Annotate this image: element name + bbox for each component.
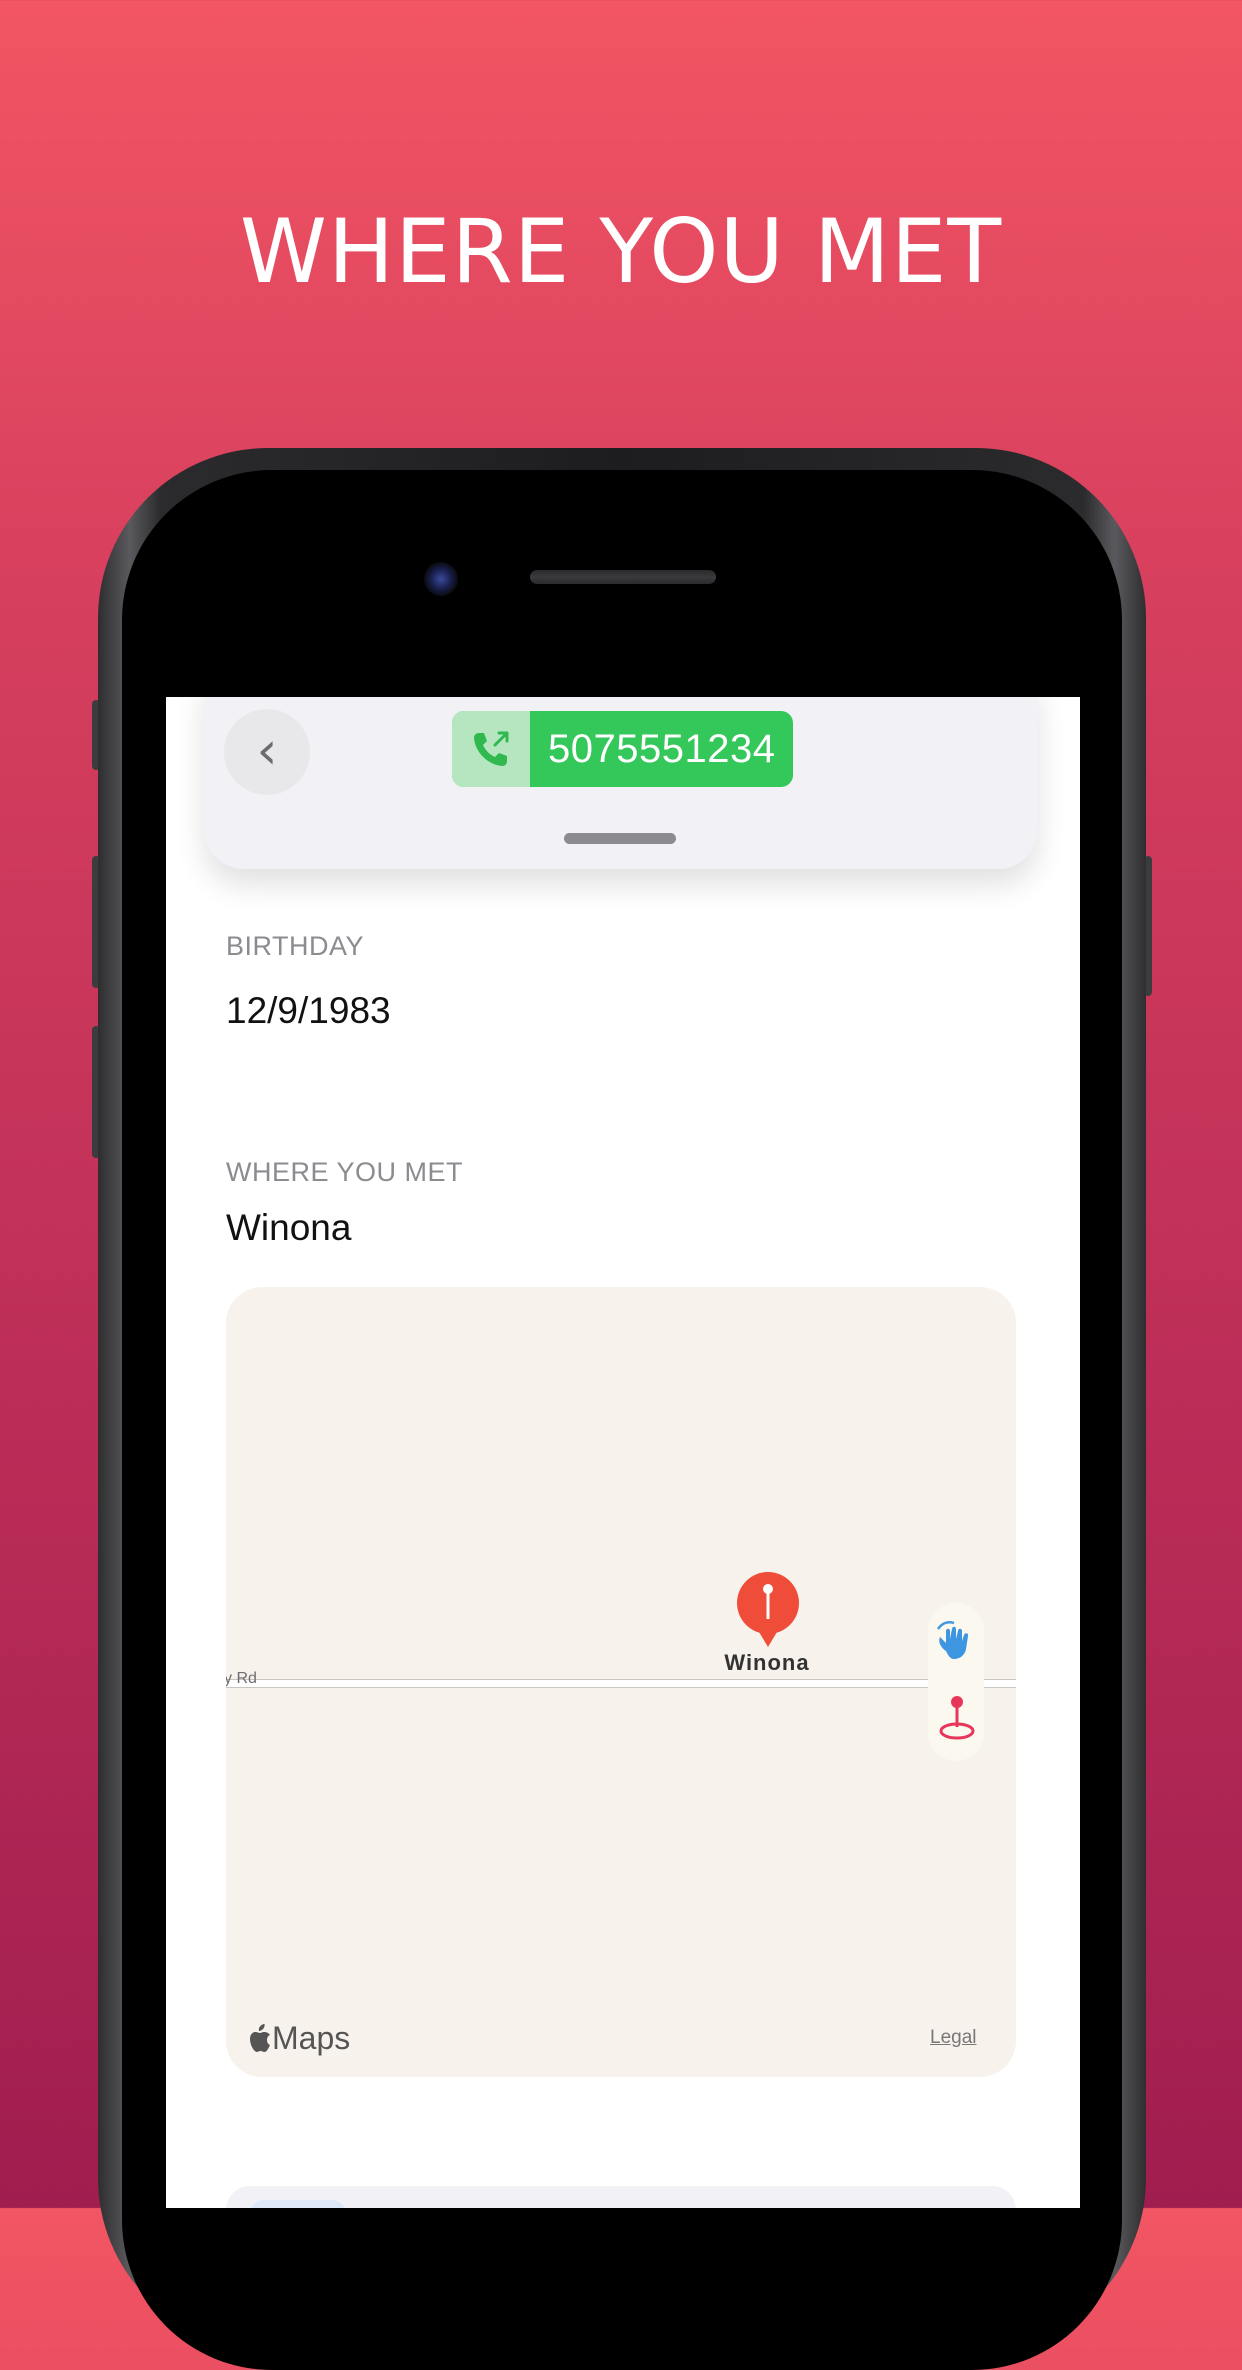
location-marker-icon[interactable] bbox=[936, 1693, 978, 1748]
contact-header-card: ‹ 5075551234 bbox=[204, 697, 1038, 869]
phone-number: 5075551234 bbox=[548, 727, 776, 771]
where-you-met-label: WHERE YOU MET bbox=[226, 1157, 464, 1187]
next-section-card bbox=[226, 2186, 1016, 2208]
chevron-left-icon: ‹ bbox=[256, 721, 278, 781]
sheet-grabber[interactable] bbox=[564, 833, 676, 844]
birthday-label: BIRTHDAY bbox=[226, 931, 365, 961]
maps-brand-text: Maps bbox=[272, 2020, 351, 2056]
pin-label: Winona bbox=[724, 1650, 810, 1675]
call-button[interactable]: 5075551234 bbox=[452, 711, 794, 787]
birthday-value: 12/9/1983 bbox=[226, 990, 391, 1031]
location-pin-icon[interactable] bbox=[734, 1571, 802, 1654]
map-road bbox=[226, 1679, 1016, 1688]
headline: WHERE YOU MET bbox=[239, 200, 1003, 303]
legal-link[interactable]: Legal bbox=[930, 2027, 977, 2049]
phone-screen: ‹ 5075551234 BIRTHDAY 12/9/1983 WHERE YO… bbox=[166, 697, 1080, 2208]
apple-maps-logo: Maps bbox=[248, 2020, 350, 2057]
earpiece-speaker bbox=[530, 570, 716, 584]
hand-tap-icon[interactable] bbox=[934, 1617, 980, 1668]
road-label: y Rd bbox=[226, 1670, 257, 1687]
map-controls bbox=[928, 1603, 984, 1761]
front-camera bbox=[424, 562, 458, 596]
back-button[interactable]: ‹ bbox=[224, 709, 310, 795]
section-chip bbox=[250, 2200, 346, 2208]
phone-outgoing-icon bbox=[452, 711, 530, 787]
where-you-met-value: Winona bbox=[226, 1207, 352, 1248]
apple-logo-icon bbox=[250, 2023, 270, 2052]
location-map[interactable]: y Rd Winona Maps Legal bbox=[226, 1287, 1016, 2077]
